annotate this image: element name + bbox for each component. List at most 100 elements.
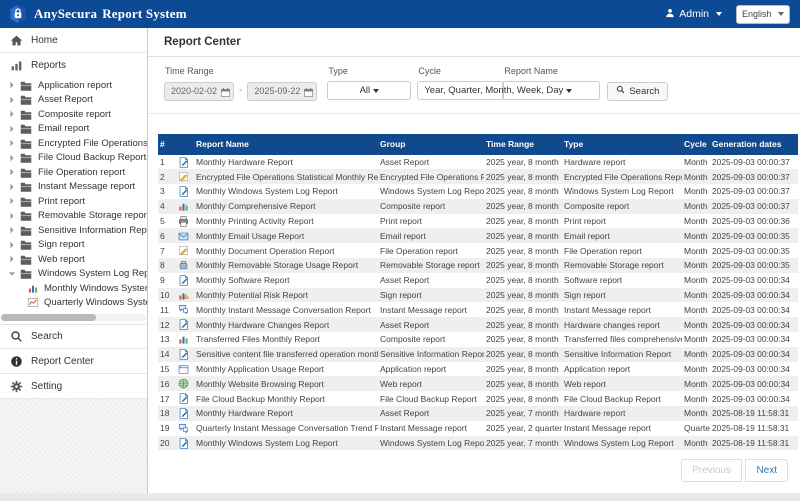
- row-number: 9: [160, 275, 165, 286]
- chevron-right-icon: [8, 226, 18, 234]
- sidebar-filler: [0, 399, 147, 493]
- chevron-right-icon: [8, 139, 18, 147]
- table-row[interactable]: 12 Monthly Hardware Changes Report Asset R…: [158, 317, 798, 333]
- table-row[interactable]: 11 Monthly Instant Message Conversation R…: [158, 302, 798, 317]
- sidebar-item-encrypted-file-operations-report[interactable]: Encrypted File Operations Report: [0, 136, 147, 151]
- sidebar-item-setting[interactable]: Setting: [0, 374, 147, 399]
- report-name-cell: Monthly Instant Message Conversation Rep…: [196, 304, 371, 315]
- chevron-down-icon: [716, 12, 722, 16]
- sidebar-item-asset-report[interactable]: Asset Report: [0, 93, 147, 108]
- table-row[interactable]: 9 Monthly Software Report Asset Report 2025…: [158, 273, 798, 288]
- sidebar-item-label: Composite report: [38, 108, 111, 120]
- sidebar-item-report-center[interactable]: Report Center: [0, 349, 147, 374]
- type-cell: File Cloud Backup Report: [564, 393, 661, 404]
- report-name-cell: Monthly Software Report: [196, 275, 290, 286]
- table-row[interactable]: 8 Monthly Removable Storage Usage Report R…: [158, 258, 798, 273]
- app-window-icon: [178, 364, 189, 375]
- sidebar-item-instant-message-report[interactable]: Instant Message report: [0, 180, 147, 195]
- group-cell: Sensitive Information Report: [380, 349, 484, 360]
- sidebar-item-file-cloud-backup-report[interactable]: File Cloud Backup Report: [0, 151, 147, 166]
- table-row[interactable]: 2 Encrypted File Operations Statistical M…: [158, 169, 798, 185]
- table-row[interactable]: 15 Monthly Application Usage Report Applic…: [158, 362, 798, 377]
- type-cell: Hardware report: [564, 408, 626, 419]
- cycle-cell: Month: [684, 156, 708, 167]
- row-number: 2: [160, 171, 165, 182]
- sidebar-item-windows-system-log-report[interactable]: Windows System Log Report: [0, 267, 147, 282]
- sidebar-item-removable-storage-report[interactable]: Removable Storage report: [0, 209, 147, 224]
- type-cell: Print report: [564, 216, 607, 227]
- scrollbar-thumb[interactable]: [1, 314, 96, 321]
- sidebar-item-home[interactable]: Home: [0, 28, 147, 53]
- table-row[interactable]: 18 Monthly Hardware Report Asset Report 202…: [158, 406, 798, 421]
- type-cell: Instant Message report: [564, 304, 651, 315]
- table-row[interactable]: 3 Monthly Windows System Log Report Window…: [158, 184, 798, 199]
- sidebar-item-sign-report[interactable]: Sign report: [0, 238, 147, 253]
- app-title: AnySecura Report System: [34, 6, 187, 21]
- risk-chart-icon: [178, 290, 189, 301]
- type-cell: Instant Message report: [564, 423, 651, 434]
- time-range-cell: 2025 year, 8 month: [486, 378, 559, 389]
- row-number: 13: [160, 334, 170, 345]
- sidebar-item-search[interactable]: Search: [0, 324, 147, 349]
- type-dropdown[interactable]: All: [327, 81, 412, 100]
- person-icon: [665, 8, 675, 21]
- calendar-icon[interactable]: [220, 85, 231, 97]
- table-row[interactable]: 10 Monthly Potential Risk Report Sign repo…: [158, 287, 798, 303]
- search-button[interactable]: Search: [607, 81, 669, 101]
- type-cell: Transferred files comprehensive report: [564, 334, 682, 345]
- table-row[interactable]: 4 Monthly Comprehensive Report Composite r…: [158, 198, 798, 214]
- generation-date-cell: 2025-08-19 11:58:31: [712, 408, 790, 419]
- sidebar-horizontal-scrollbar[interactable]: [1, 314, 146, 321]
- admin-menu[interactable]: Admin: [665, 8, 722, 21]
- table-row[interactable]: 16 Monthly Website Browsing Report Web rep…: [158, 376, 798, 392]
- sidebar-item-web-report[interactable]: Web report: [0, 252, 147, 267]
- type-cell: Composite report: [564, 201, 630, 212]
- folder-icon: [20, 225, 32, 236]
- chevron-right-icon: [8, 212, 18, 220]
- table-row[interactable]: 7 Monthly Document Operation Report File O…: [158, 243, 798, 258]
- group-cell: Encrypted File Operations Report: [380, 171, 484, 182]
- chevron-right-icon: [8, 197, 18, 205]
- sidebar-item-application-report[interactable]: Application report: [0, 78, 147, 93]
- cycle-dropdown[interactable]: Year, Quarter, Month, Week, Day: [417, 81, 573, 100]
- type-cell: Web report: [564, 378, 606, 389]
- sidebar-item-composite-report[interactable]: Composite report: [0, 107, 147, 122]
- table-row[interactable]: 19 Quarterly Instant Message Conversation…: [158, 421, 798, 436]
- calendar-icon[interactable]: [303, 85, 314, 97]
- time-range-filter: Time Range -: [164, 66, 318, 101]
- table-row[interactable]: 5 Monthly Printing Activity Report Print r…: [158, 214, 798, 229]
- sidebar-item-file-operation-report[interactable]: File Operation report: [0, 165, 147, 180]
- table-row[interactable]: 1 Monthly Hardware Report Asset Report 2025…: [158, 155, 798, 170]
- sidebar-item-label: Reports: [31, 60, 67, 71]
- folder-icon: [20, 123, 32, 134]
- sidebar-item-reports[interactable]: Reports: [0, 53, 147, 78]
- table-row[interactable]: 17 File Cloud Backup Monthly Report File C…: [158, 391, 798, 406]
- folder-icon: [20, 138, 32, 149]
- report-name-cell: File Cloud Backup Monthly Report: [196, 393, 325, 404]
- bar-chart-icon: [178, 334, 189, 345]
- table-row[interactable]: 14 Sensitive content file transferred ope…: [158, 346, 798, 362]
- group-cell: Removable Storage report: [380, 260, 480, 271]
- sidebar-item-monthly-windows-system-log-report[interactable]: Monthly Windows System Log Report: [0, 281, 147, 296]
- group-cell: Composite report: [380, 334, 446, 345]
- time-range-cell: 2025 year, 8 month: [486, 156, 559, 167]
- language-select[interactable]: English: [736, 4, 790, 24]
- sidebar-item-quarterly-windows-system-log-report[interactable]: Quarterly Windows System Log Report: [0, 296, 147, 311]
- chevron-right-icon: [8, 81, 18, 89]
- table-row[interactable]: 13 Transferred Files Monthly Report Compos…: [158, 332, 798, 347]
- sidebar-item-email-report[interactable]: Email report: [0, 122, 147, 137]
- sidebar-item-print-report[interactable]: Print report: [0, 194, 147, 209]
- type-cell: Hardware changes report: [564, 319, 660, 330]
- generation-date-cell: 2025-09-03 00:00:35: [712, 230, 790, 241]
- sidebar-item-sensitive-information-report[interactable]: Sensitive Information Report: [0, 223, 147, 238]
- cycle-cell: Quarter: [684, 423, 710, 434]
- table-row[interactable]: 6 Monthly Email Usage Report Email report 2…: [158, 228, 798, 244]
- type-cell: Encrypted File Operations Report: [564, 171, 682, 182]
- previous-page-button[interactable]: Previous: [681, 459, 742, 483]
- table-row[interactable]: 20 Monthly Windows System Log Report Windo…: [158, 435, 798, 451]
- report-name-cell: Monthly Printing Activity Report: [196, 216, 314, 227]
- time-range-cell: 2025 year, 7 month: [486, 438, 559, 449]
- next-page-button[interactable]: Next: [745, 459, 788, 483]
- row-number: 10: [160, 290, 170, 301]
- cycle-cell: Month: [684, 186, 708, 197]
